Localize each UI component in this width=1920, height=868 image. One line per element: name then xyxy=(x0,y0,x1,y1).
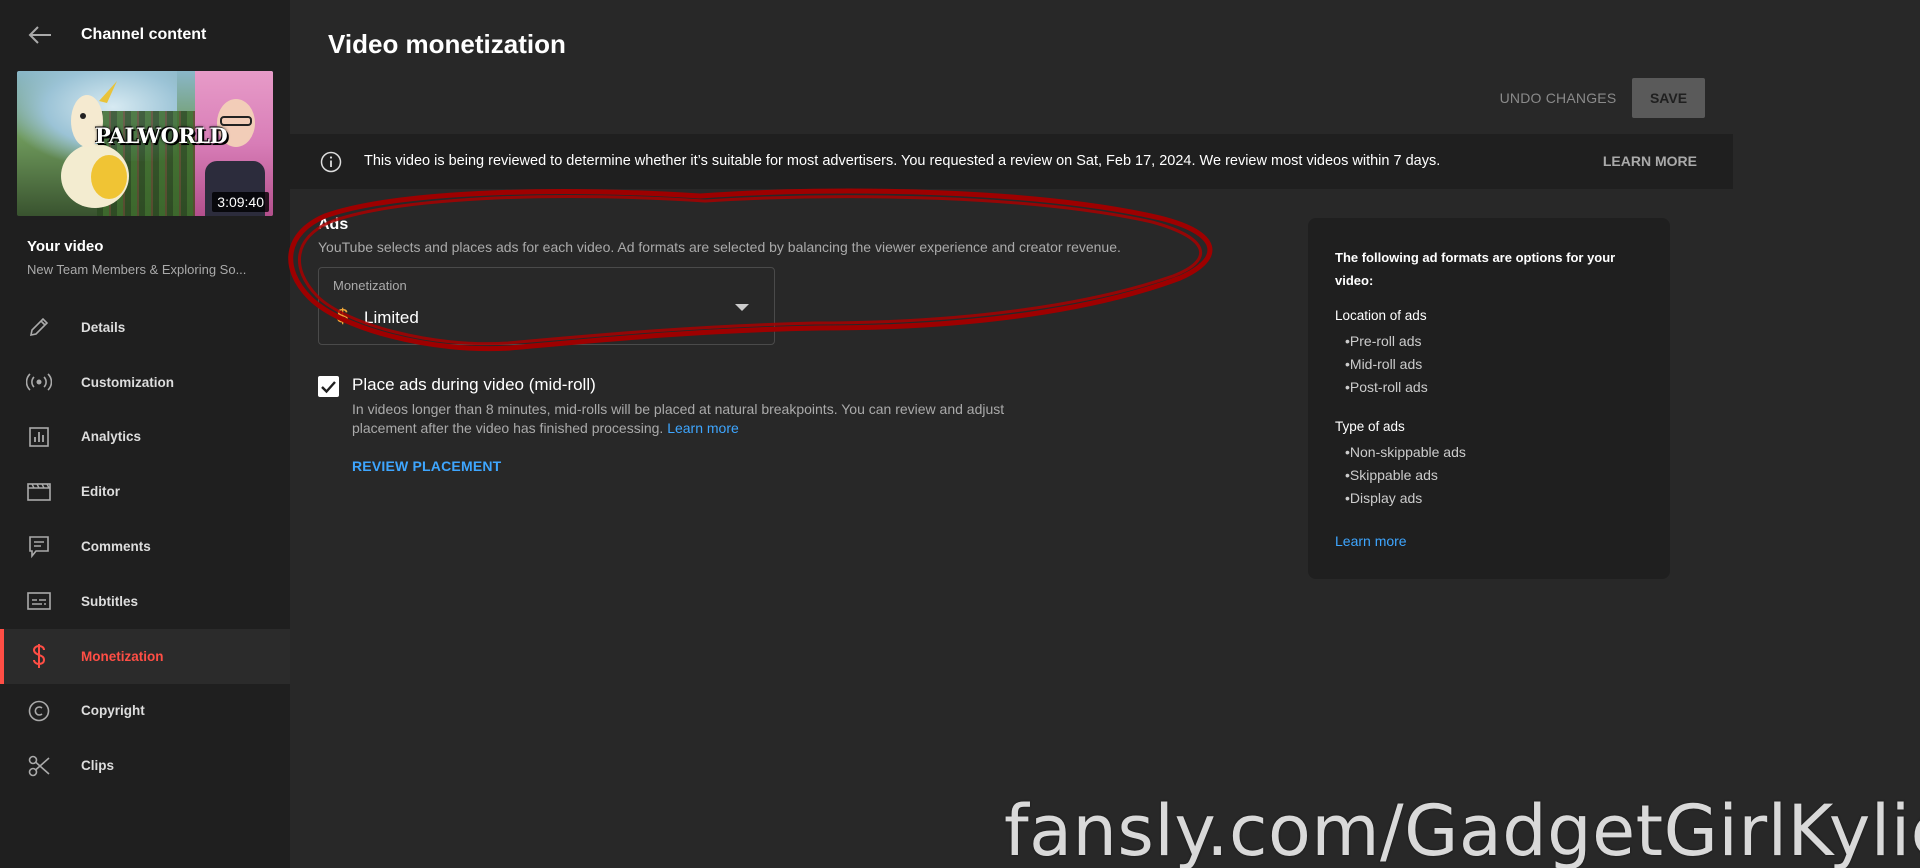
monetization-dropdown-label: Monetization xyxy=(333,278,407,293)
video-title: New Team Members & Exploring So... xyxy=(27,262,247,277)
sidebar-item-label: Clips xyxy=(81,758,115,774)
type-of-ads-title: Type of ads xyxy=(1335,419,1405,434)
sidebar-item-label: Customization xyxy=(81,374,174,390)
watermark-text: fansly.com/GadgetGirlKylie xyxy=(1004,790,1920,868)
sidebar-item-label: Editor xyxy=(81,484,120,500)
dollar-icon xyxy=(26,643,52,669)
clapperboard-icon xyxy=(26,479,52,505)
sidebar: Channel content PALWORLD 3:09:40 Your vi… xyxy=(0,0,290,868)
dollar-icon: $ xyxy=(337,306,349,328)
page-title: Video monetization xyxy=(328,29,566,59)
sidebar-item-label: Comments xyxy=(81,539,151,555)
banner-text: This video is being reviewed to determin… xyxy=(364,153,1441,169)
midroll-learn-more-link[interactable]: Learn more xyxy=(667,420,739,436)
sidebar-item-clips[interactable]: Clips xyxy=(0,738,290,793)
sidebar-header: Channel content xyxy=(0,0,290,70)
comment-icon xyxy=(26,534,52,560)
sidebar-item-customization[interactable]: Customization xyxy=(0,355,290,410)
ad-formats-learn-more-link[interactable]: Learn more xyxy=(1335,533,1407,549)
monetization-dropdown[interactable]: Monetization $ Limited xyxy=(318,267,775,345)
ad-format-item: •Non-skippable ads xyxy=(1345,444,1466,460)
undo-changes-button[interactable]: UNDO CHANGES xyxy=(1490,79,1626,117)
ad-format-item: •Post-roll ads xyxy=(1345,379,1428,395)
ad-format-item: •Skippable ads xyxy=(1345,467,1438,483)
ads-title: Ads xyxy=(318,216,349,233)
back-arrow-icon[interactable] xyxy=(27,23,53,47)
info-icon xyxy=(320,151,342,173)
sidebar-item-editor[interactable]: Editor xyxy=(0,464,290,519)
ad-formats-panel: The following ad formats are options for… xyxy=(1308,218,1670,579)
ads-description: YouTube selects and places ads for each … xyxy=(318,239,1121,255)
sidebar-item-label: Analytics xyxy=(81,429,142,445)
sidebar-item-label: Subtitles xyxy=(81,593,139,609)
subtitles-icon xyxy=(26,588,52,614)
location-of-ads-title: Location of ads xyxy=(1335,308,1427,323)
review-banner: This video is being reviewed to determin… xyxy=(290,134,1733,189)
ad-formats-heading: The following ad formats are options for… xyxy=(1335,250,1616,288)
midroll-checkbox[interactable] xyxy=(318,376,339,397)
sidebar-item-comments[interactable]: Comments xyxy=(0,519,290,574)
save-button[interactable]: SAVE xyxy=(1632,78,1705,118)
broadcast-icon xyxy=(26,369,52,395)
video-thumbnail[interactable]: PALWORLD 3:09:40 xyxy=(17,71,273,216)
midroll-label: Place ads during video (mid-roll) xyxy=(352,375,596,394)
monetization-value: Limited xyxy=(364,308,419,327)
sidebar-item-subtitles[interactable]: Subtitles xyxy=(0,574,290,629)
copyright-icon xyxy=(26,698,52,724)
sidebar-item-analytics[interactable]: Analytics xyxy=(0,410,290,465)
sidebar-nav: Details Customization Analytics Editor C… xyxy=(0,300,290,793)
your-video-heading: Your video xyxy=(27,238,104,255)
sidebar-item-label: Monetization xyxy=(81,648,164,664)
sidebar-item-copyright[interactable]: Copyright xyxy=(0,684,290,739)
ad-format-item: •Mid-roll ads xyxy=(1345,356,1423,372)
checkmark-icon xyxy=(321,381,336,394)
midroll-description: In videos longer than 8 minutes, mid-rol… xyxy=(352,400,1072,438)
sidebar-item-monetization[interactable]: Monetization xyxy=(0,628,290,684)
caret-down-icon xyxy=(735,304,749,311)
sidebar-title: Channel content xyxy=(81,26,207,43)
pencil-icon xyxy=(26,314,52,340)
bar-chart-icon xyxy=(26,424,52,450)
sidebar-item-label: Details xyxy=(81,319,126,335)
ad-format-item: •Display ads xyxy=(1345,490,1423,506)
sidebar-item-details[interactable]: Details xyxy=(0,300,290,355)
ad-format-item: •Pre-roll ads xyxy=(1345,333,1422,349)
sidebar-item-label: Copyright xyxy=(81,703,145,719)
thumbnail-logo: PALWORLD xyxy=(95,123,228,148)
video-duration: 3:09:40 xyxy=(212,192,269,212)
review-placement-button[interactable]: REVIEW PLACEMENT xyxy=(352,458,501,474)
scissors-icon xyxy=(26,753,52,779)
banner-learn-more-button[interactable]: LEARN MORE xyxy=(1603,153,1697,169)
